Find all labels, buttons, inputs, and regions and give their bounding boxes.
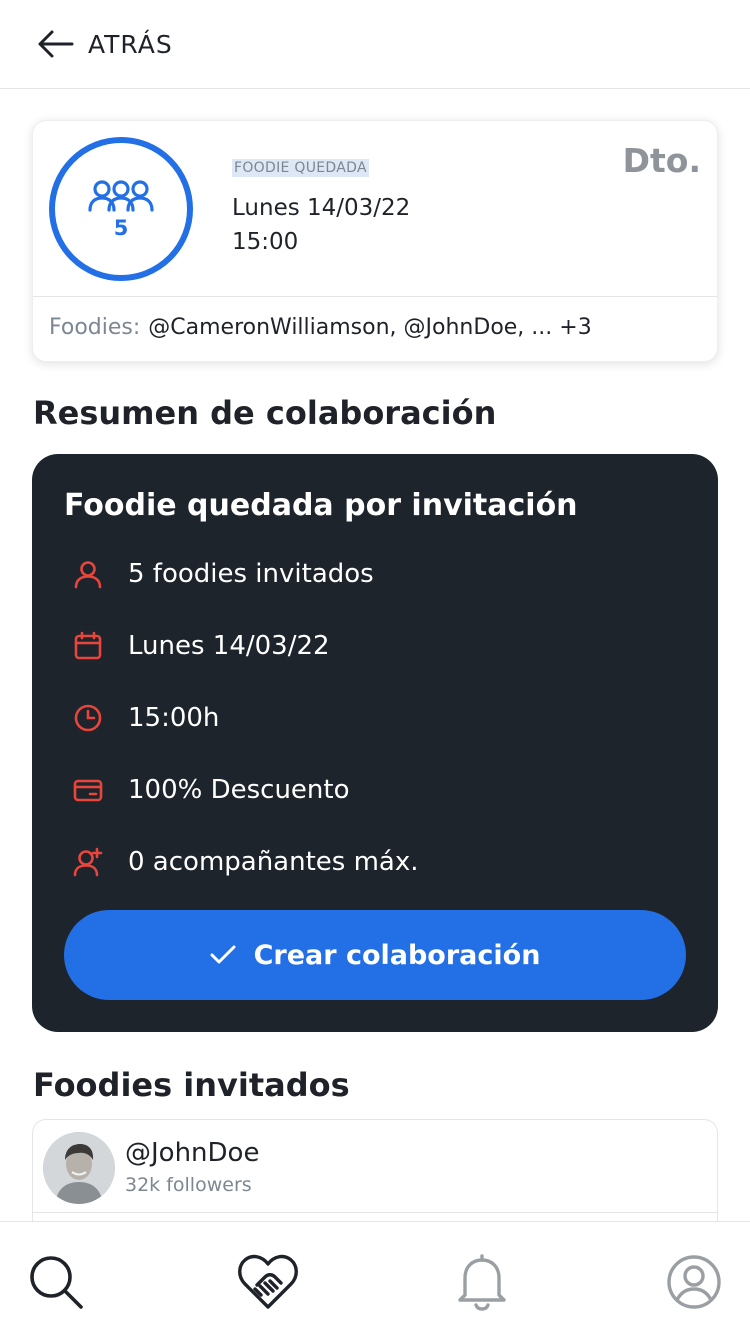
summary-section-title: Resumen de colaboración (33, 394, 497, 432)
summary-row-companions: 0 acompañantes máx. (72, 842, 419, 882)
discount-badge: Dto. (622, 141, 701, 180)
nav-notifications[interactable] (450, 1250, 514, 1314)
bell-icon (458, 1254, 506, 1311)
event-time: 15:00 (232, 229, 299, 255)
bottom-nav (0, 1221, 750, 1334)
top-bar: ATRÁS (0, 0, 750, 89)
summary-row-text: 100% Descuento (128, 775, 350, 805)
summary-row-text: Lunes 14/03/22 (128, 631, 330, 661)
participants-ring: 5 (49, 137, 193, 281)
divider (33, 1212, 717, 1213)
summary-row-text: 5 foodies invitados (128, 559, 374, 589)
summary-row-time: 15:00h (72, 698, 219, 738)
calendar-icon (72, 630, 104, 662)
card-icon (72, 774, 104, 806)
create-collaboration-button[interactable]: Crear colaboración (64, 910, 686, 1000)
event-date: Lunes 14/03/22 (232, 195, 411, 221)
participants-count: 5 (113, 216, 129, 240)
handshake-heart-icon (238, 1254, 298, 1309)
check-icon (210, 945, 236, 964)
user-plus-icon (72, 846, 104, 878)
invited-username: @JohnDoe (125, 1138, 260, 1168)
event-type-label: FOODIE QUEDADA (232, 159, 369, 177)
back-button[interactable]: ATRÁS (36, 26, 173, 62)
summary-row-invited: 5 foodies invitados (72, 554, 374, 594)
summary-card: Foodie quedada por invitación 5 foodies … (32, 454, 718, 1032)
invited-followers: 32k followers (125, 1174, 252, 1196)
nav-collaborations[interactable] (236, 1250, 300, 1314)
profile-icon (667, 1255, 721, 1309)
summary-row-discount: 100% Descuento (72, 770, 350, 810)
avatar (43, 1132, 115, 1204)
summary-row-text: 0 acompañantes máx. (128, 847, 419, 877)
invited-section-title: Foodies invitados (33, 1066, 350, 1104)
user-icon (72, 558, 104, 590)
foodies-value: @CameronWilliamson, @JohnDoe, ... +3 (148, 315, 592, 340)
nav-profile[interactable] (662, 1250, 726, 1314)
summary-card-title: Foodie quedada por invitación (64, 488, 578, 523)
clock-icon (72, 702, 104, 734)
summary-row-text: 15:00h (128, 703, 220, 733)
summary-row-date: Lunes 14/03/22 (72, 626, 330, 666)
divider (33, 296, 717, 297)
foodies-label: Foodies: (49, 315, 141, 340)
search-icon (30, 1256, 83, 1309)
nav-search[interactable] (24, 1250, 88, 1314)
create-collaboration-label: Crear colaboración (253, 939, 541, 971)
event-card[interactable]: 5 FOODIE QUEDADA Lunes 14/03/22 15:00 Dt… (32, 120, 718, 362)
event-foodies: Foodies: @CameronWilliamson, @JohnDoe, ..… (49, 315, 592, 340)
arrow-left-icon (38, 30, 74, 58)
back-label: ATRÁS (88, 29, 173, 59)
group-icon (88, 180, 154, 212)
